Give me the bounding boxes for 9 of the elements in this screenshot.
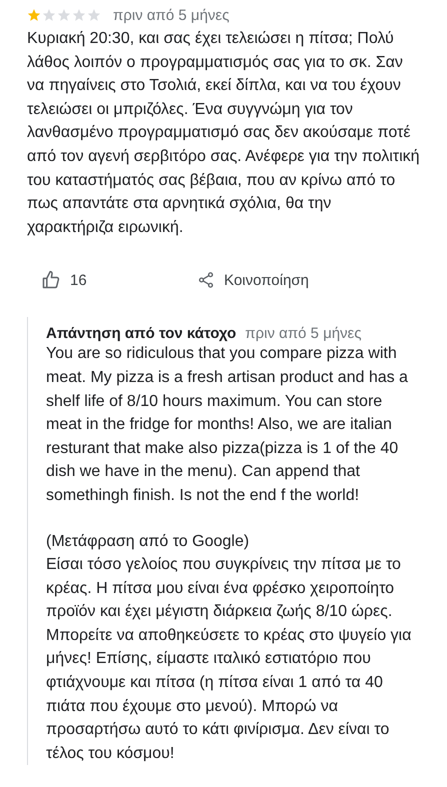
translated-reply-text: Είσαι τόσο γελοίος που συγκρίνεις την πίτσα με το κρέας. Η πίτσα μου είναι ένα φρέσκο χειροποίητο προϊόν και έχει μέγιστη διάρκεια ζωής 8/10 ώρες. Μπορείτε να αποθηκεύσετε το κρέας στο ψυγείο για μήνες! Επίσης, είμαστε ιταλικό εστιατόριο που φτιάχνουμε και πίτσα (η πίτσα είναι 1 από τα 40 πιάτα που έχουμε στο μενού). Μπορώ να προσαρτήσω αυτό το κάτι φινίρισμα. Δεν είναι το τέλος του κόσμου! bbox=[46, 555, 412, 764]
review-text: Κυριακή 20:30, και σας έχει τελειώσει η πίτσα; Πολύ λάθος λοιπόν ο προγραμματισμός σας για το σκ. Σαν να πηγαίνεις στο Τσολιά, εκεί δίπλα, και να του έχουν τελειώσει οι μπριζόλες. Ένα συγγνώμη για τον λανθασμένο προγραμματισμό σας δεν ακούσαμε ποτέ από τον αγενή σερβιτόρο σας. Ανέφερε για την πολιτική του καταστήματός σας βέβαια, που αν κρίνω από το πως απαντάτε στα αρνητικά σχόλια, θα την χαρακτήριζα ειρωνική. bbox=[27, 29, 421, 238]
reply-text: You are so ridiculous that you compare pizza with meat. My pizza is a fresh artisan product and has a shelf life of 8/10 hours maximum. You can store meat in the fridge for months! Also, we are italian resturant that make also pizza(pizza is 1 of the 40 dish we have in the menu). Can append that somethingh finish. Is not the end f the world! bbox=[46, 344, 409, 506]
share-button[interactable]: Κοινοποίηση bbox=[197, 271, 309, 290]
reply-time: πριν από 5 μήνες bbox=[245, 325, 362, 342]
like-button[interactable]: 16 bbox=[41, 270, 197, 290]
reply-author: Απάντηση από τον κάτοχο bbox=[46, 325, 236, 342]
translation-label: (Μετάφραση από το Google) bbox=[46, 532, 250, 552]
review-time: πριν από 5 μήνες bbox=[113, 6, 230, 24]
